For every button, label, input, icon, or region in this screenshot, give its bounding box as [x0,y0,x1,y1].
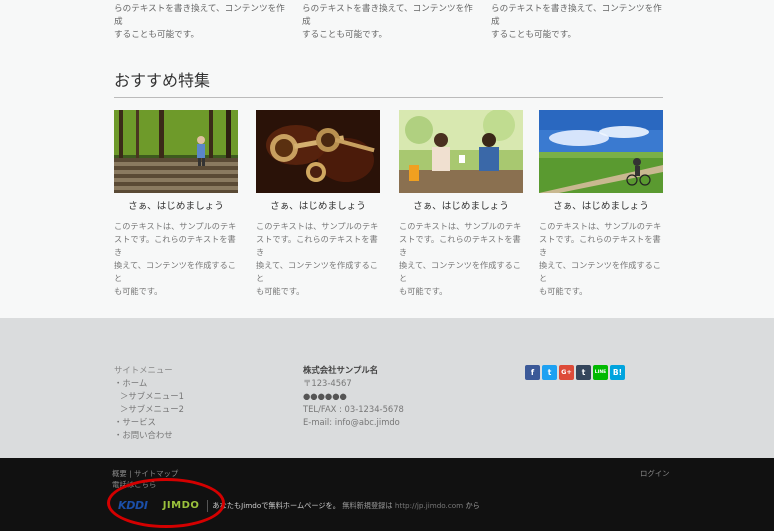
hatena-bookmark-icon[interactable]: B! [610,365,625,380]
menu-item-submenu-2[interactable]: ＞サブメニュー2 [114,403,184,416]
top-text-line: らのテキストを書き換えて、コンテンツを作成 [114,4,285,27]
facebook-icon[interactable]: f [525,365,540,380]
card-text-line: 換えて、コンテンツを作成すること [114,260,236,283]
line-icon[interactable]: LINE [593,365,608,380]
menu-item-service[interactable]: ・サービス [114,416,184,429]
card-text-line: も可能です。 [256,286,305,296]
company-name: 株式会社サンプル名 [303,365,379,375]
section-divider [114,97,663,98]
promo-mid: 無料新規登録は [342,500,393,510]
card-text: このテキストは、サンプルのテキ ストです。これらのテキストを書き 換えて、コンテ… [256,220,380,298]
previous-section-texts: らのテキストを書き換えて、コンテンツを作成 することも可能です。 らのテキストを… [0,0,774,40]
card-text-line: このテキストは、サンプルのテキ [114,221,237,231]
card-title: さぁ、はじめましょう [413,201,509,212]
card-text-line: も可能です。 [539,286,588,296]
highlight-annotation-oval [107,478,225,528]
jimdo-promo: あなたもJimdoで無料ホームページを。 無料新規登録は http://jp.j… [212,501,479,511]
menu-item-home[interactable]: ・ホーム [114,377,184,390]
company-address: ●●●●●● [303,391,347,401]
card-text-line: このテキストは、サンプルのテキ [539,221,662,231]
card-text: このテキストは、サンプルのテキ ストです。これらのテキストを書き 換えて、コンテ… [539,220,663,298]
trumpets-photo[interactable] [256,110,380,193]
top-text-0: らのテキストを書き換えて、コンテンツを作成 することも可能です。 [114,3,289,42]
feature-card[interactable]: さぁ、はじめましょう このテキストは、サンプルのテキ ストです。これらのテキスト… [256,110,380,298]
top-text-2: らのテキストを書き換えて、コンテンツを作成 することも可能です。 [491,3,666,42]
cafe-women-photo[interactable] [399,110,523,193]
card-text-line: も可能です。 [114,286,163,296]
section-title: おすすめ特集 [114,71,211,90]
site-menu: サイトメニュー ・ホーム ＞サブメニュー1 ＞サブメニュー2 ・サービス ・お問… [114,364,184,442]
feature-card[interactable]: さぁ、はじめましょう このテキストは、サンプルのテキ ストです。これらのテキスト… [114,110,238,298]
card-text-line: ストです。これらのテキストを書き [256,234,378,257]
card-text-line: このテキストは、サンプルのテキ [399,221,522,231]
top-text-line: することも可能です。 [114,30,200,40]
menu-item-submenu-1[interactable]: ＞サブメニュー1 [114,390,184,403]
card-text-line: このテキストは、サンプルのテキ [256,221,379,231]
top-text-line: することも可能です。 [491,30,577,40]
forest-steps-photo[interactable] [114,110,238,193]
card-text-line: ストです。これらのテキストを書き [114,234,236,257]
company-tel: TEL/FAX : 03-1234-5678 [303,404,404,414]
top-text-line: らのテキストを書き換えて、コンテンツを作成 [302,4,473,27]
menu-item-contact[interactable]: ・お問い合わせ [114,429,184,442]
company-info: 株式会社サンプル名 〒123-4567 ●●●●●● TEL/FAX : 03-… [303,364,404,429]
card-text-line: も可能です。 [399,286,448,296]
google-plus-icon[interactable]: G+ [559,365,574,380]
card-text-line: 換えて、コンテンツを作成すること [256,260,378,283]
tumblr-icon[interactable]: t [576,365,591,380]
social-buttons: f t G+ t LINE B! [525,365,625,380]
card-title: さぁ、はじめましょう [128,201,224,212]
login-link[interactable]: ログイン [640,468,670,479]
site-menu-heading: サイトメニュー [114,365,173,375]
promo-end: から [465,500,480,510]
feature-card[interactable]: さぁ、はじめましょう このテキストは、サンプルのテキ ストです。これらのテキスト… [539,110,663,298]
feature-card[interactable]: さぁ、はじめましょう このテキストは、サンプルのテキ ストです。これらのテキスト… [399,110,523,298]
card-text-line: 換えて、コンテンツを作成すること [399,260,521,283]
twitter-icon[interactable]: t [542,365,557,380]
footer-upper: サイトメニュー ・ホーム ＞サブメニュー1 ＞サブメニュー2 ・サービス ・お問… [0,318,774,458]
card-text-line: ストです。これらのテキストを書き [399,234,521,257]
company-zip: 〒123-4567 [303,378,352,388]
top-text-line: することも可能です。 [302,30,388,40]
top-text-line: らのテキストを書き換えて、コンテンツを作成 [491,4,662,27]
promo-main[interactable]: あなたもJimdoで無料ホームページを。 [212,501,340,510]
card-text: このテキストは、サンプルのテキ ストです。これらのテキストを書き 換えて、コンテ… [114,220,238,298]
cyclist-photo[interactable] [539,110,663,193]
promo-url[interactable]: http://jp.jimdo.com [395,501,463,510]
card-text-line: ストです。これらのテキストを書き [539,234,661,257]
top-text-1: らのテキストを書き換えて、コンテンツを作成 することも可能です。 [302,3,477,42]
card-title: さぁ、はじめましょう [270,201,366,212]
card-title: さぁ、はじめましょう [553,201,649,212]
card-text-line: 換えて、コンテンツを作成すること [539,260,661,283]
card-text: このテキストは、サンプルのテキ ストです。これらのテキストを書き 換えて、コンテ… [399,220,523,298]
company-email[interactable]: E-mail: info@abc.jimdo [303,416,404,429]
